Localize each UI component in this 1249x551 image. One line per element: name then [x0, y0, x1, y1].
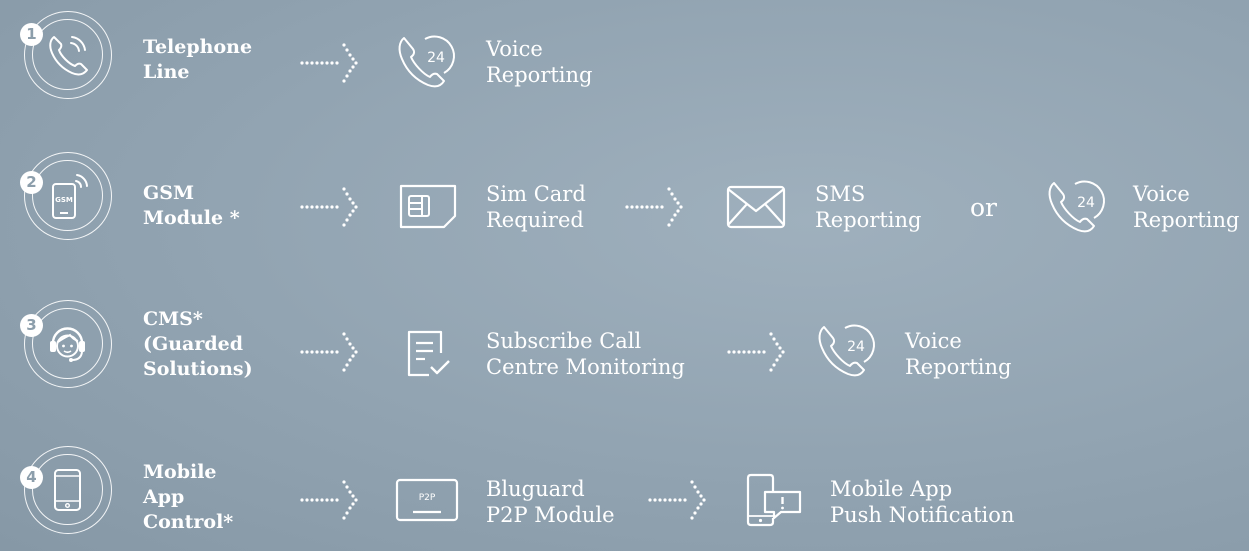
cms-icon-circle: [24, 300, 112, 388]
svg-text:24: 24: [847, 339, 865, 355]
phone-24-icon: 24: [1048, 180, 1105, 233]
mobile-alert-icon: [746, 473, 802, 527]
step-number-4: 4: [20, 466, 43, 489]
voice-reporting-text: Voice Reporting: [1133, 182, 1240, 232]
sim-card-icon: [399, 184, 457, 229]
mobile-phone-icon: [54, 469, 81, 511]
voice-reporting-text: Voice Reporting: [905, 329, 1012, 379]
gsm-module-label: GSM Module *: [143, 182, 240, 229]
subscribe-call-centre-text: Subscribe Call Centre Monitoring: [486, 329, 685, 379]
cms-guarded-solutions-label: CMS* (Guarded Solutions): [143, 308, 253, 380]
arrow-icon: [300, 480, 358, 520]
mobile-app-control-icon-circle: [24, 446, 112, 534]
arrow-icon: [300, 43, 358, 83]
phone-24-icon: 24: [398, 35, 455, 88]
step-number-3: 3: [20, 314, 43, 337]
svg-text:GSM: GSM: [55, 196, 73, 204]
svg-text:24: 24: [1077, 195, 1095, 211]
step-number-1: 1: [20, 23, 43, 46]
arrow-icon: [648, 480, 706, 520]
envelope-icon: [726, 185, 786, 229]
arrow-icon: [300, 187, 358, 227]
sim-card-required-text: Sim Card Required: [486, 182, 586, 232]
telephone-line-label: Telephone Line: [143, 36, 253, 83]
mobile-app-push-notification-text: Mobile App Push Notification: [830, 477, 1015, 527]
gsm-module-icon-circle: GSM: [24, 152, 112, 240]
or-connector: or: [970, 193, 998, 222]
step-number-2: 2: [20, 171, 43, 194]
arrow-icon: [300, 332, 358, 372]
svg-text:24: 24: [427, 50, 445, 66]
sms-reporting-text: SMS Reporting: [815, 182, 922, 232]
document-check-icon: [407, 330, 450, 377]
mobile-app-control-label: Mobile App Control*: [143, 461, 234, 533]
bluguard-p2p-module-text: Bluguard P2P Module: [486, 477, 615, 527]
arrow-icon: [625, 187, 683, 227]
phone-signal-icon: [49, 36, 88, 76]
gsm-phone-icon: GSM: [52, 174, 88, 219]
phone-24-icon: 24: [818, 324, 875, 377]
voice-reporting-text: Voice Reporting: [486, 37, 593, 87]
headset-agent-icon: [50, 327, 85, 362]
svg-text:P2P: P2P: [419, 493, 436, 503]
arrow-icon: [727, 332, 785, 372]
p2p-module-icon: P2P: [395, 478, 459, 522]
